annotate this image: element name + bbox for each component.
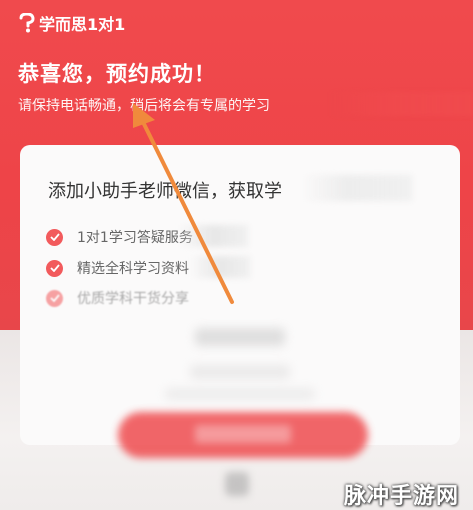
success-headline: 恭喜您，预约成功！ (18, 62, 216, 86)
blurred-overlay (190, 256, 250, 278)
watermark-text: 脉冲手游网 (344, 484, 460, 509)
blurred-qr-caption (195, 328, 285, 346)
phone-notice-text: 请保持电话畅通，稍后将会有专属的学习 (18, 98, 270, 114)
benefit-item: 优质学科干货分享 (46, 288, 189, 308)
benefit-label: 精选全科学习资料 (77, 261, 189, 277)
button-label-blurred (195, 425, 291, 443)
blurred-title-overlay (302, 175, 412, 201)
wechat-assistant-card: 添加小助手老师微信，获取学 1对1学习答疑服务 精选全科学习资料 优质学科干货分… (20, 145, 460, 445)
card-title: 添加小助手老师微信，获取学 (48, 181, 282, 202)
benefit-item: 1对1学习答疑服务 (46, 227, 193, 247)
blurred-text-overlay (330, 92, 473, 116)
check-icon (46, 289, 63, 307)
blurred-text-block (190, 365, 290, 379)
check-icon (46, 228, 63, 246)
logo-mark-icon (18, 13, 36, 33)
benefit-label: 优质学科干货分享 (77, 291, 189, 307)
brand-logo: 学而思1对1 (18, 12, 125, 34)
benefit-item: 精选全科学习资料 (46, 258, 189, 278)
bottom-icon (225, 472, 249, 496)
logo-text: 学而思1对1 (39, 15, 126, 34)
check-icon (46, 259, 63, 277)
blurred-text-block (165, 388, 315, 400)
blurred-overlay (178, 225, 248, 247)
benefit-label: 1对1学习答疑服务 (77, 230, 193, 246)
